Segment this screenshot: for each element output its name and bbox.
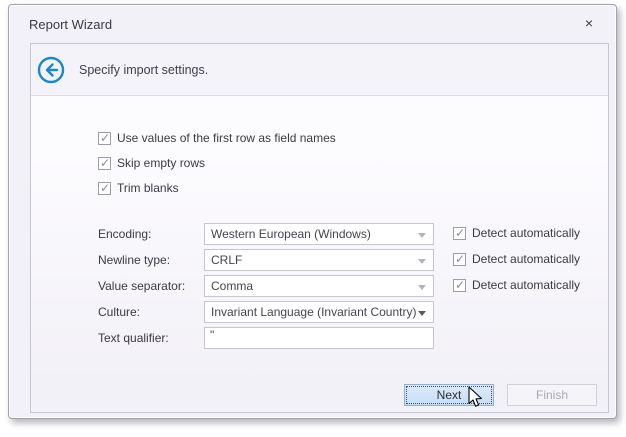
trim-blanks-checkbox[interactable] [98, 182, 111, 195]
checkbox-label: Use values of the first row as field nam… [117, 131, 336, 145]
detect-row: Detect automatically [453, 252, 580, 266]
culture-dropdown[interactable]: Invariant Language (Invariant Country) [204, 301, 434, 323]
dropdown-value: Invariant Language (Invariant Country) [205, 302, 433, 322]
detect-separator-checkbox[interactable] [453, 279, 466, 292]
detect-encoding-checkbox[interactable] [453, 227, 466, 240]
window-title: Report Wizard [29, 17, 112, 32]
next-button[interactable]: Next [404, 384, 494, 406]
dropdown-value: Comma [205, 276, 433, 296]
close-icon[interactable]: × [580, 15, 598, 33]
field-label: Culture: [98, 305, 140, 319]
dropdown-value: CRLF [205, 250, 433, 270]
option-row: Use values of the first row as field nam… [98, 130, 336, 146]
field-label: Text qualifier: [98, 331, 169, 345]
form-row: Value separator: Comma Detect automatica… [31, 275, 608, 297]
wizard-header: Specify import settings. [31, 44, 608, 96]
encoding-dropdown[interactable]: Western European (Windows) [204, 223, 434, 245]
page-title: Specify import settings. [79, 63, 208, 77]
checkbox-label: Detect automatically [472, 252, 580, 266]
detect-row: Detect automatically [453, 278, 580, 292]
detect-row: Detect automatically [453, 226, 580, 240]
checkbox-label: Trim blanks [117, 181, 179, 195]
checkbox-label: Skip empty rows [117, 156, 205, 170]
form-row: Encoding: Western European (Windows) Det… [31, 223, 608, 245]
chevron-down-icon [418, 259, 426, 264]
value-separator-dropdown[interactable]: Comma [204, 275, 434, 297]
finish-button[interactable]: Finish [507, 384, 597, 406]
checkbox-label: Detect automatically [472, 226, 580, 240]
chevron-down-icon [418, 233, 426, 238]
use-first-row-checkbox[interactable] [98, 132, 111, 145]
wizard-panel: Specify import settings. Use values of t… [30, 43, 609, 413]
detect-newline-checkbox[interactable] [453, 253, 466, 266]
dropdown-value: Western European (Windows) [205, 224, 433, 244]
text-qualifier-input[interactable] [204, 327, 434, 349]
field-label: Encoding: [98, 227, 151, 241]
form-row: Text qualifier: [31, 327, 608, 349]
chevron-down-icon [418, 311, 426, 316]
field-label: Value separator: [98, 279, 185, 293]
back-arrow-icon[interactable] [37, 56, 65, 84]
skip-empty-rows-checkbox[interactable] [98, 157, 111, 170]
field-label: Newline type: [98, 253, 170, 267]
report-wizard-dialog: Report Wizard × Specify import settings.… [8, 4, 617, 419]
newline-type-dropdown[interactable]: CRLF [204, 249, 434, 271]
form-row: Newline type: CRLF Detect automatically [31, 249, 608, 271]
titlebar: Report Wizard × [9, 5, 616, 43]
checkbox-label: Detect automatically [472, 278, 580, 292]
chevron-down-icon [418, 285, 426, 290]
form-row: Culture: Invariant Language (Invariant C… [31, 301, 608, 323]
option-row: Skip empty rows [98, 155, 205, 171]
option-row: Trim blanks [98, 180, 179, 196]
